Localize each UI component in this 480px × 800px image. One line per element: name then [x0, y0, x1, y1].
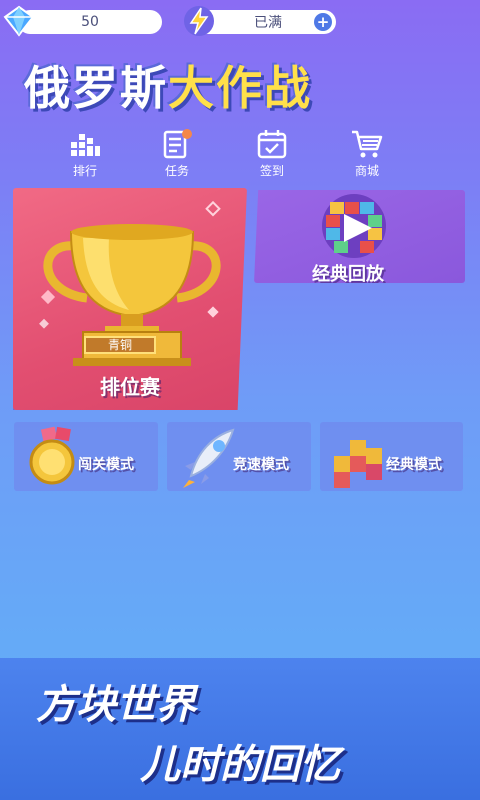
- game-title-part2: 大作战: [168, 61, 312, 115]
- tier-badge: 青铜: [84, 336, 156, 354]
- ranked-match-label: 排位赛: [100, 375, 160, 399]
- classic-mode-label: 经典模式: [386, 457, 442, 473]
- speed-mode-card[interactable]: 竞速模式: [167, 422, 311, 491]
- game-title: 俄罗斯大作战: [24, 52, 464, 115]
- classic-replay-label: 经典回放: [312, 264, 384, 285]
- gem-counter[interactable]: 50: [18, 10, 162, 34]
- speed-mode-label: 竞速模式: [233, 457, 289, 473]
- level-mode-card[interactable]: 闯关模式: [14, 422, 158, 491]
- nav-shop[interactable]: 商城: [339, 128, 395, 180]
- calendar-check-icon: [257, 130, 287, 159]
- nav-signin-label: 签到: [259, 164, 284, 178]
- notification-dot: [182, 129, 192, 139]
- classic-replay-card[interactable]: 经典回放: [254, 190, 465, 283]
- ranked-match-card[interactable]: 排位赛: [13, 188, 247, 410]
- gem-count: 50: [81, 14, 99, 30]
- diamond-icon: [3, 5, 35, 37]
- lightning-icon: [184, 6, 214, 36]
- classic-mode-card[interactable]: 经典模式: [320, 422, 463, 491]
- task-list-icon: [163, 129, 192, 159]
- cart-icon: [352, 130, 383, 158]
- nav-rank-label: 排行: [72, 164, 97, 178]
- nav-shop-label: 商城: [354, 164, 379, 178]
- leaderboard-icon: [71, 134, 100, 156]
- nav-rank[interactable]: 排行: [57, 128, 113, 180]
- game-title-part1: 俄罗斯: [24, 61, 168, 115]
- energy-status: 已满: [254, 15, 282, 31]
- nav-tasks[interactable]: 任务: [149, 128, 205, 180]
- nav-signin[interactable]: 签到: [244, 128, 300, 180]
- nav-tasks-label: 任务: [164, 164, 189, 178]
- slogan-line1: 方块世界: [36, 682, 196, 728]
- add-energy-button[interactable]: +: [314, 13, 332, 31]
- slogan-line2: 儿时的回忆: [140, 742, 340, 788]
- level-mode-label: 闯关模式: [78, 457, 134, 473]
